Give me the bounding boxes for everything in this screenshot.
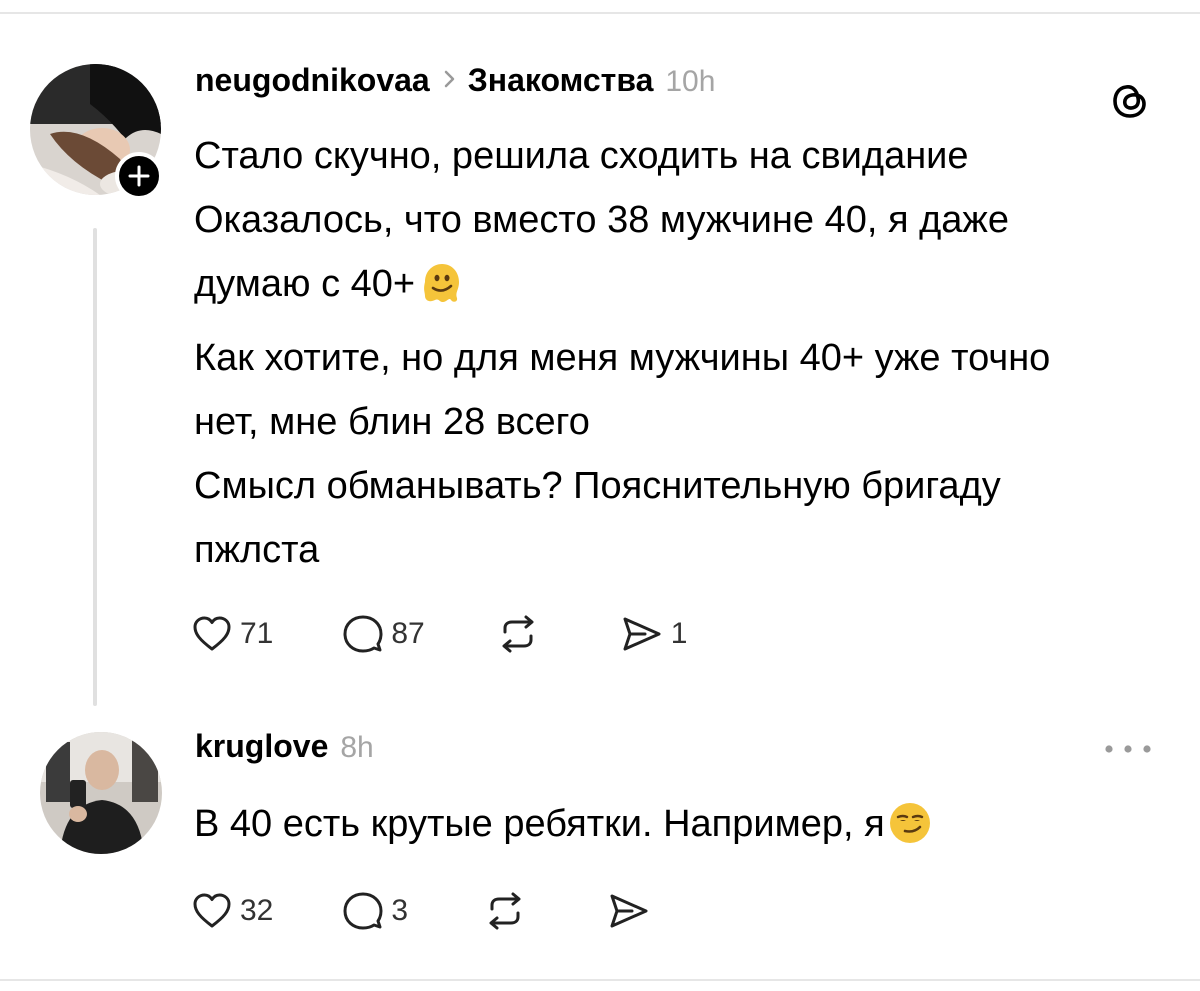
username[interactable]: kruglove bbox=[195, 728, 328, 765]
smirking-face-emoji bbox=[887, 800, 933, 866]
like-count: 71 bbox=[240, 617, 274, 650]
post-header: neugodnikovaa Знакомства 10h bbox=[195, 62, 715, 99]
reply-body: В 40 есть крутые ребятки. Например, я bbox=[194, 792, 1154, 866]
top-divider bbox=[0, 12, 1200, 14]
more-options-icon[interactable] bbox=[1100, 742, 1156, 756]
post-line: Оказалось, что вместо 38 мужчине 40, я д… bbox=[194, 188, 1094, 326]
reply-count: 87 bbox=[391, 617, 425, 650]
post-actions: 71 87 1 bbox=[192, 610, 687, 658]
post-time: 10h bbox=[665, 65, 716, 98]
comment-bubble-icon bbox=[343, 892, 383, 930]
post-time: 8h bbox=[340, 731, 374, 764]
reply-button[interactable]: 3 bbox=[343, 891, 408, 931]
like-count: 32 bbox=[240, 894, 274, 927]
avatar-kruglove[interactable] bbox=[40, 732, 162, 854]
post-body: Стало скучно, решила сходить на свидание… bbox=[194, 124, 1154, 582]
repost-icon bbox=[489, 892, 521, 930]
post-line: Как хотите, но для меня мужчины 40+ уже … bbox=[194, 337, 1051, 443]
send-icon bbox=[610, 894, 648, 928]
chevron-right-icon bbox=[444, 70, 456, 93]
reply-actions: 32 3 bbox=[192, 887, 650, 935]
like-button[interactable]: 32 bbox=[192, 892, 273, 930]
bottom-divider bbox=[0, 979, 1200, 981]
comment-bubble-icon bbox=[343, 615, 383, 653]
reply-count: 3 bbox=[391, 894, 409, 927]
share-count: 1 bbox=[670, 617, 688, 650]
repost-icon bbox=[502, 615, 534, 653]
post-line: В 40 есть крутые ребятки. Например, я bbox=[194, 792, 1154, 866]
reply-header: kruglove 8h bbox=[195, 728, 374, 765]
username[interactable]: neugodnikovaa bbox=[195, 62, 430, 99]
repost-button[interactable] bbox=[497, 614, 539, 654]
repost-button[interactable] bbox=[484, 891, 526, 931]
topic-tag[interactable]: Знакомства bbox=[468, 62, 654, 99]
thread-connector-line bbox=[93, 228, 97, 706]
share-button[interactable]: 1 bbox=[621, 614, 688, 654]
follow-button[interactable] bbox=[115, 152, 163, 200]
plus-icon bbox=[128, 165, 150, 187]
heart-icon bbox=[193, 893, 231, 928]
threads-logo-icon[interactable] bbox=[1108, 78, 1152, 122]
post-line: Смысл обманывать? Пояснительную бригаду … bbox=[194, 465, 1001, 571]
share-button[interactable] bbox=[608, 891, 650, 931]
like-button[interactable]: 71 bbox=[192, 615, 273, 653]
melting-face-emoji bbox=[417, 260, 463, 326]
heart-icon bbox=[193, 616, 231, 651]
send-icon bbox=[623, 617, 661, 651]
reply-button[interactable]: 87 bbox=[343, 614, 425, 654]
post-line: Стало скучно, решила сходить на свидание bbox=[194, 135, 969, 177]
